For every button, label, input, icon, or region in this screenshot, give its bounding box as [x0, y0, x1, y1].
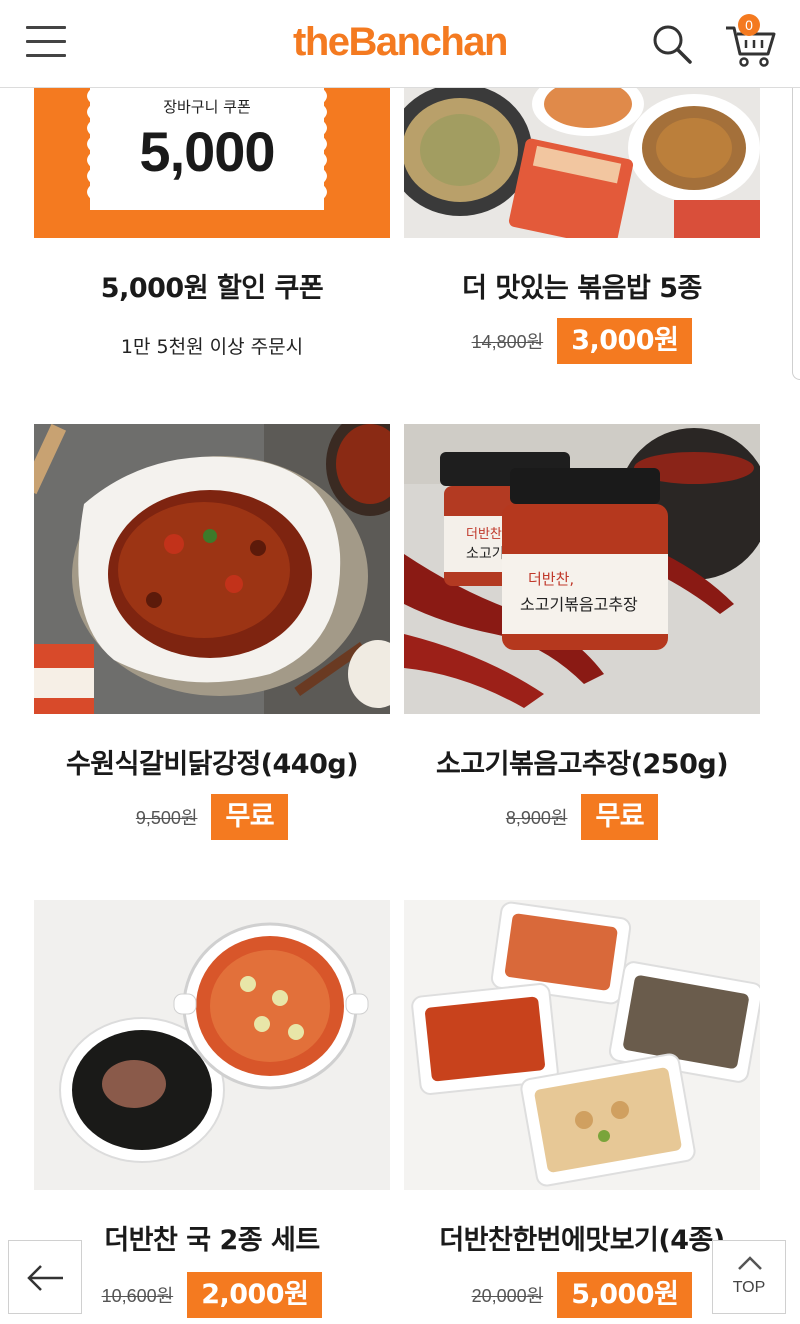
product-name: 수원식갈비닭강정(440g) [65, 749, 359, 780]
coupon-ticket-label: 장바구니 쿠폰 [163, 98, 251, 116]
jar-brand: 더반찬, [528, 570, 574, 588]
gochujang-jar-photo: 더반찬 소고기볶음 더반찬, 소고기볶음고추장 [404, 424, 760, 714]
original-price: 10,600원 [101, 1286, 174, 1306]
cart-count-badge: 0 [738, 14, 760, 36]
product-name: 더반찬 국 2종 세트 [104, 1225, 320, 1256]
back-button[interactable] [8, 1240, 82, 1314]
original-price: 20,000원 [471, 1286, 544, 1306]
search-icon[interactable] [648, 20, 696, 68]
coupon-name: 5,000원 할인 쿠폰 [100, 273, 324, 304]
sale-price-badge: 3,000원 [557, 318, 693, 364]
sale-price-badge: 2,000원 [187, 1272, 323, 1318]
coupon-image: 장바구니 쿠폰 5,000 [34, 88, 390, 238]
coupon-condition: 1만 5천원 이상 주문시 [120, 336, 304, 358]
sale-price-badge: 5,000원 [557, 1272, 693, 1318]
soup-set-photo [34, 900, 390, 1190]
product-name: 더 맛있는 볶음밥 5종 [462, 273, 702, 304]
spicy-chicken-photo [34, 424, 390, 714]
product-name: 소고기볶음고추장(250g) [435, 749, 729, 780]
original-price: 9,500원 [135, 808, 198, 828]
coupon-ticket-amount: 5,000 [139, 120, 275, 183]
jar-back-brand: 더반찬 [466, 527, 502, 542]
jar-product: 소고기볶음고추장 [520, 595, 638, 614]
fried-rice-photo [404, 88, 760, 238]
scroll-indicator [792, 60, 800, 380]
original-price: 14,800원 [471, 332, 544, 352]
sale-price-badge: 무료 [211, 794, 289, 840]
cart-button[interactable]: 0 [722, 14, 778, 70]
original-price: 8,900원 [505, 808, 568, 828]
scroll-top-label: TOP [732, 1279, 766, 1296]
chevron-up-icon [738, 1256, 762, 1270]
arrow-left-icon [27, 1265, 63, 1291]
sale-price-badge: 무료 [581, 794, 659, 840]
app-header: theBanchan 0 [0, 0, 800, 88]
product-name: 더반찬한번에맛보기(4종) [439, 1225, 725, 1256]
scroll-top-button[interactable]: TOP [712, 1240, 786, 1314]
side-dish-set-photo [404, 900, 760, 1190]
